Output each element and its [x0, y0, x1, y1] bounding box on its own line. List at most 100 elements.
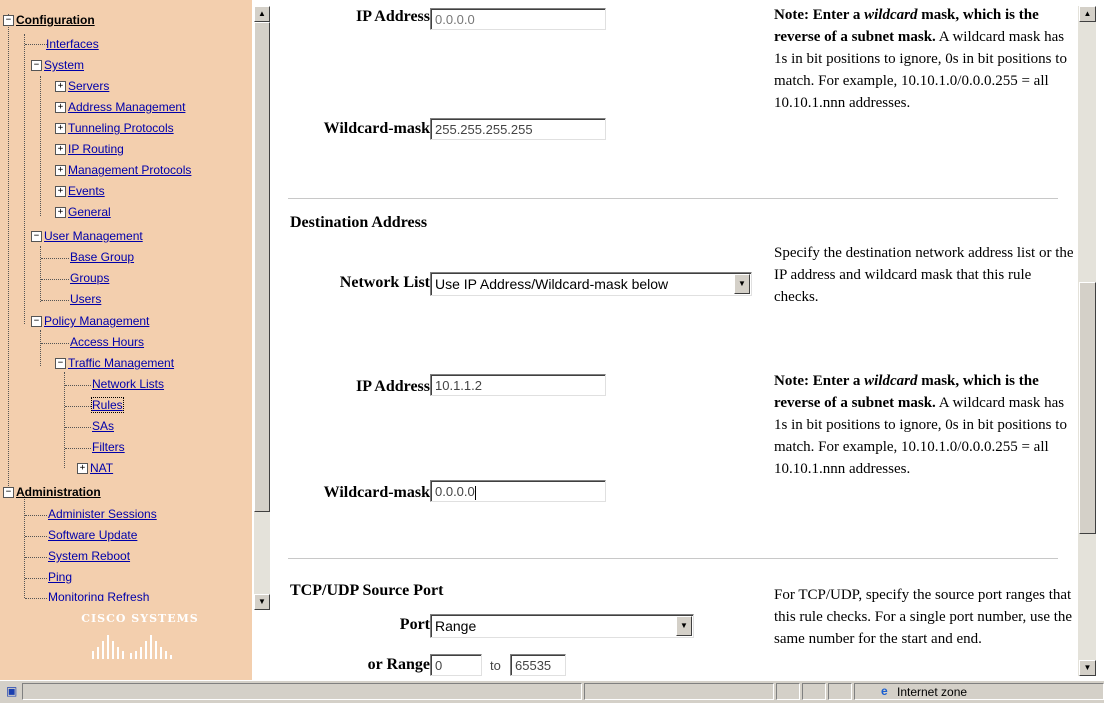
expand-icon[interactable]: + — [55, 123, 66, 134]
chevron-down-icon[interactable]: ▼ — [734, 274, 750, 294]
tree-line — [40, 246, 41, 302]
tree-item-system[interactable]: − System — [18, 55, 84, 75]
port-label: Port — [399, 616, 430, 633]
destination-ip-input[interactable]: 10.1.1.2 — [430, 374, 606, 396]
tree-item-label: Access Hours — [70, 335, 145, 349]
tree-item-groups[interactable]: Groups — [70, 268, 109, 288]
status-cell — [828, 683, 852, 700]
tree-item-user-management[interactable]: − User Management — [18, 226, 143, 246]
tree-item-label: Ping — [48, 570, 73, 584]
range-to-input[interactable]: 65535 — [510, 654, 566, 676]
tree-item-label: General — [68, 205, 111, 219]
scrollbar-thumb[interactable] — [254, 22, 270, 512]
tree-item-sas[interactable]: SAs — [92, 416, 114, 436]
range-from-input[interactable]: 0 — [430, 654, 482, 676]
destination-wildcard-value: 0.0.0.0 — [435, 484, 475, 499]
tree-item-label: Events — [68, 184, 105, 198]
tree-item-tunneling-protocols[interactable]: + Tunneling Protocols — [34, 118, 174, 138]
tree-item-label: Filters — [92, 440, 125, 454]
tree-item-policy-management[interactable]: − Policy Management — [18, 311, 149, 331]
tree-item-monitoring-refresh[interactable]: Monitoring Refresh — [48, 587, 149, 601]
expand-icon[interactable]: + — [55, 144, 66, 155]
source-wildcard-label: Wildcard-mask — [323, 120, 430, 137]
collapse-icon[interactable]: − — [3, 487, 14, 498]
port-select[interactable]: Range ▼ — [430, 614, 694, 638]
tree-item-servers[interactable]: + Servers — [34, 76, 109, 96]
tree-item-address-management[interactable]: + Address Management — [34, 97, 185, 117]
chevron-down-icon[interactable]: ▼ — [676, 616, 692, 636]
tree-item-label: Servers — [68, 79, 110, 93]
network-list-value: Use IP Address/Wildcard-mask below — [435, 276, 669, 292]
tree-item-events[interactable]: + Events — [34, 181, 105, 201]
tree-item-nat[interactable]: + NAT — [66, 458, 113, 478]
nav-scrollbar[interactable]: ▲ ▼ — [254, 6, 270, 610]
tree-item-filters[interactable]: Filters — [92, 437, 125, 457]
tree-item-administration[interactable]: − Administration — [2, 482, 101, 502]
section-divider — [288, 558, 1058, 560]
network-list-select[interactable]: Use IP Address/Wildcard-mask below ▼ — [430, 272, 752, 296]
tree-item-label: Traffic Management — [68, 356, 175, 370]
collapse-icon[interactable]: − — [31, 60, 42, 71]
expand-icon[interactable]: + — [55, 102, 66, 113]
ie-page-icon: ▣ — [6, 684, 18, 698]
destination-wildcard-label: Wildcard-mask — [323, 484, 430, 501]
scroll-down-icon[interactable]: ▼ — [1079, 660, 1096, 676]
tree-item-label: Monitoring Refresh — [48, 590, 150, 601]
collapse-icon[interactable]: − — [3, 15, 14, 26]
scroll-up-icon[interactable]: ▲ — [254, 6, 270, 22]
tree-item-network-lists[interactable]: Network Lists — [92, 374, 164, 394]
status-progress-cell — [584, 683, 774, 700]
source-wildcard-input[interactable]: 255.255.255.255 — [430, 118, 606, 140]
tree-item-system-reboot[interactable]: System Reboot — [48, 546, 130, 566]
expand-icon[interactable]: + — [55, 81, 66, 92]
tree-item-label: Tunneling Protocols — [68, 121, 174, 135]
tree-item-users[interactable]: Users — [70, 289, 101, 309]
cisco-logo: Cisco Systems — [70, 612, 210, 672]
status-cell — [776, 683, 800, 700]
tree-item-label: Base Group — [70, 250, 135, 264]
tree-line — [24, 496, 25, 598]
destination-help: Specify the destination network address … — [774, 245, 1074, 305]
source-ip-input[interactable]: 0.0.0.0 — [430, 8, 606, 30]
expand-icon[interactable]: + — [77, 463, 88, 474]
expand-icon[interactable]: + — [55, 165, 66, 176]
range-label: or Range — [367, 656, 430, 673]
scroll-up-icon[interactable]: ▲ — [1079, 6, 1096, 22]
tree-item-software-update[interactable]: Software Update — [48, 525, 137, 545]
destination-wildcard-input[interactable]: 0.0.0.0 — [430, 480, 606, 502]
tree-item-label: IP Routing — [68, 142, 124, 156]
tree-item-configuration[interactable]: − Configuration — [2, 10, 95, 30]
expand-icon[interactable]: + — [55, 186, 66, 197]
tree-item-base-group[interactable]: Base Group — [70, 247, 134, 267]
scrollbar-thumb[interactable] — [1079, 282, 1096, 534]
collapse-icon[interactable]: − — [55, 358, 66, 369]
destination-wildcard-note: Note: Enter a wildcard mask, which is th… — [774, 373, 1067, 477]
collapse-icon[interactable]: − — [31, 231, 42, 242]
scroll-down-icon[interactable]: ▼ — [254, 594, 270, 610]
section-divider — [288, 198, 1058, 200]
tree-item-rules[interactable]: Rules — [91, 395, 124, 415]
tree-item-general[interactable]: + General — [34, 202, 111, 222]
zone-label: Internet zone — [897, 685, 968, 699]
tree-item-label: Software Update — [48, 528, 138, 542]
tree-item-access-hours[interactable]: Access Hours — [70, 332, 144, 352]
main-scrollbar[interactable]: ▲ ▼ — [1078, 6, 1096, 676]
tree-item-label: Administration — [16, 485, 101, 499]
network-list-label: Network List — [339, 274, 430, 291]
tree-line — [24, 34, 25, 324]
tree-item-ping[interactable]: Ping — [48, 567, 72, 587]
tree-item-label: User Management — [44, 229, 143, 243]
range-to-label: to — [490, 658, 501, 673]
collapse-icon[interactable]: − — [31, 316, 42, 327]
tree-item-management-protocols[interactable]: + Management Protocols — [34, 160, 191, 180]
tree-item-administer-sessions[interactable]: Administer Sessions — [48, 504, 157, 524]
tree-item-label: Administer Sessions — [48, 507, 157, 521]
tree-item-interfaces[interactable]: Interfaces — [46, 34, 99, 54]
tree-item-label: NAT — [90, 461, 114, 475]
tree-item-ip-routing[interactable]: + IP Routing — [34, 139, 124, 159]
expand-icon[interactable]: + — [55, 207, 66, 218]
cisco-logo-text: Cisco Systems — [81, 612, 199, 625]
tree-item-traffic-management[interactable]: − Traffic Management — [34, 353, 174, 373]
tree-line — [8, 14, 9, 492]
source-ip-label: IP Address — [356, 8, 430, 25]
